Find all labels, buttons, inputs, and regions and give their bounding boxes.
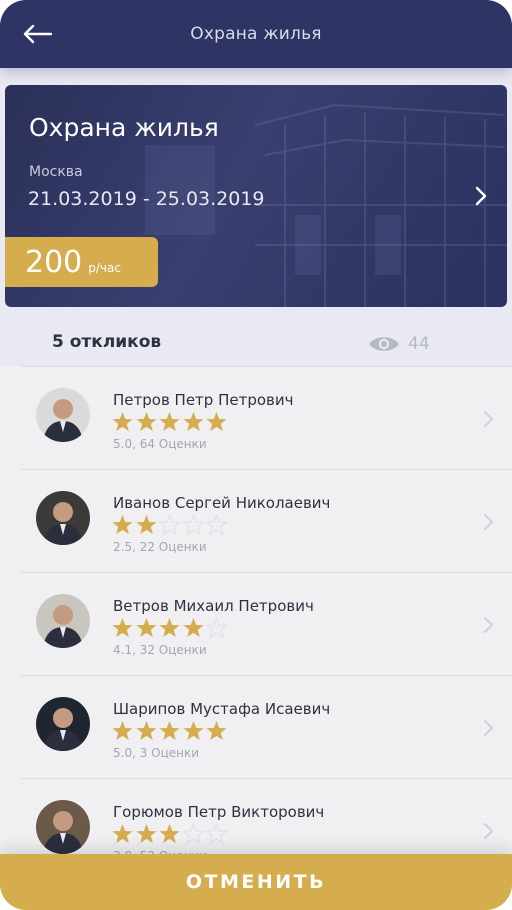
star-empty-icon (181, 823, 205, 845)
candidate-name: Ветров Михаил Петрович (113, 597, 314, 615)
candidate-name: Иванов Сергей Николаевич (113, 494, 331, 512)
candidate-row[interactable]: Петров Петр Петрович 5.0, 64 Оценки (21, 366, 512, 469)
star-filled-icon (112, 412, 133, 431)
avatar (36, 491, 90, 545)
star-empty-icon (205, 617, 228, 639)
star-empty-icon (205, 823, 228, 845)
back-button[interactable] (22, 16, 62, 52)
avatar (36, 800, 90, 854)
job-dates: 21.03.2019 - 25.03.2019 (28, 188, 265, 210)
star-filled-icon (136, 412, 156, 431)
person-photo-icon (43, 605, 83, 648)
candidates-list: Петров Петр Петрович 5.0, 64 Оценки Иванов… (21, 366, 512, 866)
star-filled-icon (112, 618, 133, 637)
price-badge: 200 р/час (5, 237, 158, 287)
views-count: 44 (408, 334, 430, 354)
star-filled-icon (136, 618, 156, 637)
star-filled-icon (183, 618, 203, 637)
chevron-right-icon (475, 186, 487, 206)
star-rating (111, 617, 229, 639)
top-bar: Охрана жилья (0, 0, 512, 68)
rating-summary: 5.0, 64 Оценки (113, 437, 207, 451)
candidate-row[interactable]: Шарипов Мустафа Исаевич 5.0, 3 Оценки (21, 675, 512, 778)
person-photo-icon (43, 399, 83, 442)
star-filled-icon (112, 721, 133, 740)
star-filled-icon (159, 824, 180, 843)
job-title: Охрана жилья (29, 113, 219, 142)
star-filled-icon (159, 618, 180, 637)
cancel-button[interactable]: ОТМЕНИТЬ (0, 854, 512, 910)
star-filled-icon (206, 721, 227, 740)
chevron-right-icon (484, 514, 493, 530)
star-rating (111, 823, 229, 845)
candidate-name: Горюмов Петр Викторович (113, 803, 325, 821)
price-value: 200 (25, 245, 83, 280)
candidate-name: Петров Петр Петрович (113, 391, 294, 409)
star-empty-icon (205, 514, 228, 536)
rating-summary: 5.0, 3 Оценки (113, 746, 200, 760)
chevron-right-icon (484, 617, 493, 633)
person-photo-icon (43, 502, 83, 545)
page-title: Охрана жилья (190, 24, 322, 44)
views-counter: 44 (368, 334, 430, 354)
star-filled-icon (112, 824, 133, 843)
star-filled-icon (206, 412, 227, 431)
avatar (36, 697, 90, 751)
star-filled-icon (136, 824, 156, 843)
star-empty-icon (158, 514, 181, 536)
candidate-row[interactable]: Иванов Сергей Николаевич 2.5, 22 Оценки (21, 469, 512, 572)
person-photo-icon (43, 708, 83, 751)
job-city: Москва (29, 164, 83, 180)
cancel-button-label: ОТМЕНИТЬ (185, 871, 327, 893)
star-filled-icon (159, 721, 180, 740)
rating-summary: 2.5, 22 Оценки (113, 540, 207, 554)
avatar (36, 594, 90, 648)
star-filled-icon (183, 721, 203, 740)
candidate-name: Шарипов Мустафа Исаевич (113, 700, 331, 718)
star-filled-icon (112, 515, 133, 534)
star-rating (111, 720, 229, 742)
responses-count: 5 откликов (52, 332, 162, 352)
star-rating (111, 514, 229, 536)
app-screen: Охрана жилья Охрана жилья Москва 21.03.2… (0, 0, 512, 910)
chevron-right-icon (484, 720, 493, 736)
job-card[interactable]: Охрана жилья Москва 21.03.2019 - 25.03.2… (5, 85, 507, 307)
price-unit: р/час (88, 261, 121, 275)
arrow-left-icon (23, 24, 52, 44)
candidate-row[interactable]: Ветров Михаил Петрович 4.1, 32 Оценки (21, 572, 512, 675)
eye-icon (369, 337, 399, 351)
star-filled-icon (159, 412, 180, 431)
star-filled-icon (183, 412, 203, 431)
chevron-right-icon (484, 411, 493, 427)
rating-summary: 4.1, 32 Оценки (113, 643, 207, 657)
avatar (36, 388, 90, 442)
star-filled-icon (136, 721, 156, 740)
star-rating (111, 411, 229, 433)
star-filled-icon (136, 515, 156, 534)
chevron-right-icon (484, 823, 493, 839)
star-empty-icon (181, 514, 205, 536)
person-photo-icon (43, 811, 83, 854)
